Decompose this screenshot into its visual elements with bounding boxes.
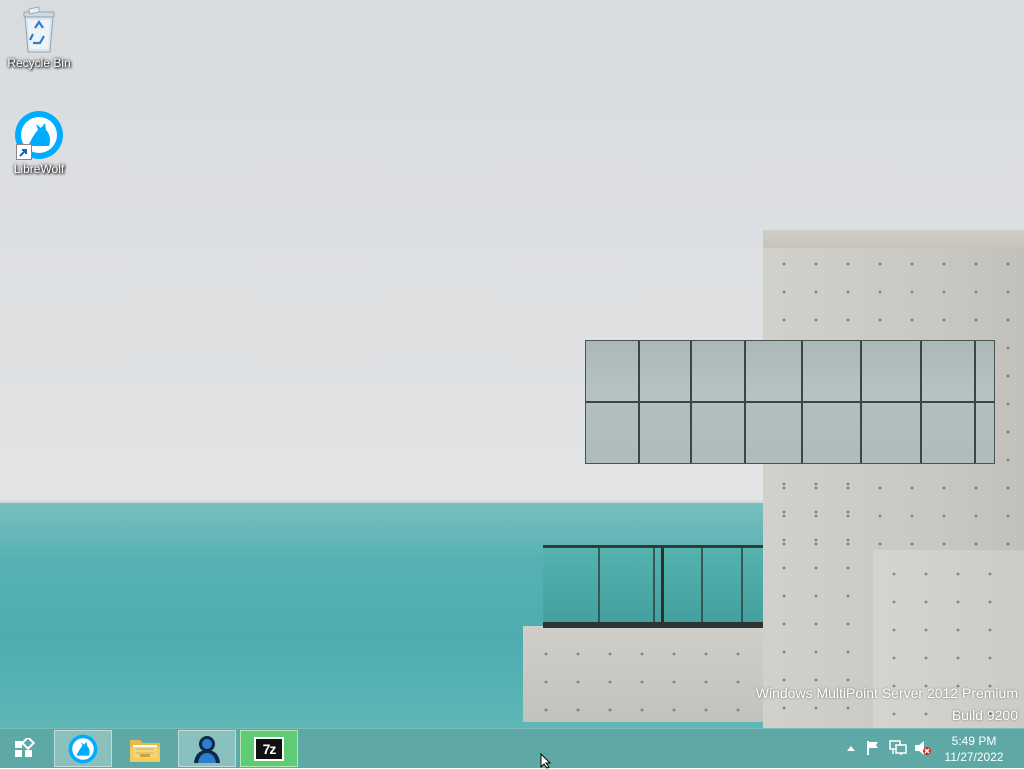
file-explorer-icon [130, 739, 160, 762]
librewolf-icon [14, 110, 64, 160]
network-button[interactable] [889, 739, 907, 757]
taskbar-multipoint-button[interactable] [178, 730, 236, 767]
recycle-bin-icon [19, 6, 59, 54]
desktop-icon-recycle-bin[interactable]: Recycle Bin [4, 6, 74, 70]
show-hidden-icons-chevron-icon [847, 746, 855, 751]
start-icon [15, 737, 35, 757]
librewolf-icon [68, 734, 98, 763]
start-button[interactable] [6, 730, 42, 767]
action-center-flag-icon [867, 741, 878, 755]
7zip-icon-label: 7z [262, 740, 276, 757]
clock-date: 11/27/2022 [944, 750, 1004, 764]
taskbar-file-explorer-button[interactable] [116, 730, 174, 767]
recycle-bin-label: Recycle Bin [7, 56, 71, 70]
os-edition-text: Windows MultiPoint Server 2012 Premium [755, 685, 1018, 701]
show-hidden-icons-button[interactable] [842, 739, 860, 757]
taskbar-7zip-button[interactable]: 7z [240, 730, 298, 767]
mouse-pointer-icon [540, 753, 552, 769]
7zip-icon: 7z [254, 736, 284, 761]
os-build-text: Build 9200 [951, 707, 1018, 723]
taskbar-librewolf-button[interactable] [54, 730, 112, 767]
volume-muted-icon [915, 741, 931, 755]
multipoint-users-icon [194, 735, 220, 763]
librewolf-label: LibreWolf [13, 162, 65, 176]
os-watermark: Windows MultiPoint Server 2012 Premium B… [756, 682, 1018, 726]
clock[interactable]: 5:49 PM 11/27/2022 [936, 733, 1012, 765]
desktop-icon-librewolf[interactable]: LibreWolf [4, 110, 74, 176]
network-icon [889, 740, 907, 755]
action-center-button[interactable] [864, 739, 882, 757]
taskbar: 7z 5:49 PM 11/27/2022 [0, 728, 1024, 768]
desktop[interactable]: Recycle Bin LibreWolf Windows MultiPoint… [0, 0, 1024, 728]
shortcut-arrow-icon [16, 144, 32, 160]
volume-button[interactable] [914, 739, 932, 757]
clock-time: 5:49 PM [951, 734, 997, 748]
